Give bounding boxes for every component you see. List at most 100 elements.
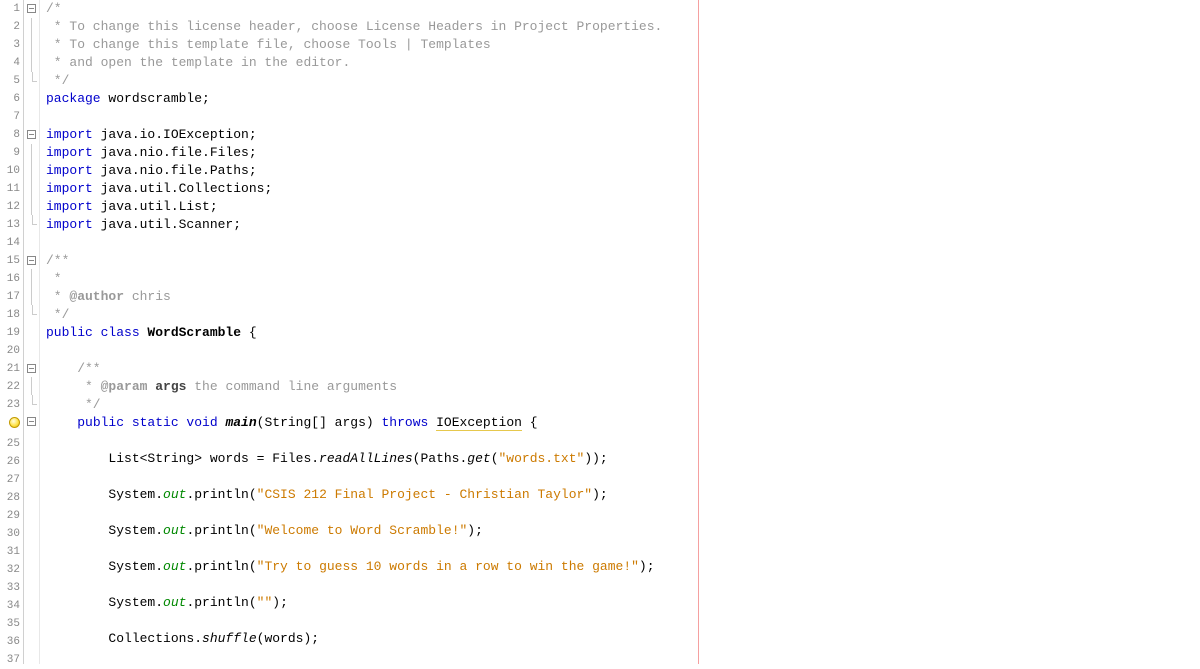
code-line[interactable] bbox=[46, 540, 1200, 558]
code-line[interactable]: System.out.println("CSIS 212 Final Proje… bbox=[46, 486, 1200, 504]
fold-cell bbox=[24, 144, 39, 162]
code-line[interactable]: * and open the template in the editor. bbox=[46, 54, 1200, 72]
text: java.util.List; bbox=[93, 199, 218, 214]
fold-collapse-icon[interactable] bbox=[27, 256, 36, 265]
code-line[interactable]: * @author chris bbox=[46, 288, 1200, 306]
code-line[interactable]: package wordscramble; bbox=[46, 90, 1200, 108]
code-line[interactable] bbox=[46, 468, 1200, 486]
text bbox=[428, 415, 436, 430]
fold-cell bbox=[24, 215, 39, 233]
code-line[interactable] bbox=[46, 648, 1200, 666]
string-literal: "" bbox=[257, 595, 273, 610]
keyword-import: import bbox=[46, 217, 93, 232]
fold-cell[interactable] bbox=[24, 413, 39, 431]
code-line[interactable]: System.out.println("Welcome to Word Scra… bbox=[46, 522, 1200, 540]
line-number: 33 bbox=[0, 579, 20, 597]
text: Collections. bbox=[46, 631, 202, 646]
code-line[interactable]: import java.util.Scanner; bbox=[46, 216, 1200, 234]
keyword-import: import bbox=[46, 181, 93, 196]
fold-cell[interactable] bbox=[24, 251, 39, 269]
code-line[interactable] bbox=[46, 234, 1200, 252]
code-line[interactable]: import java.util.Collections; bbox=[46, 180, 1200, 198]
line-number: 10 bbox=[0, 162, 20, 180]
javadoc-text: the command line arguments bbox=[186, 379, 397, 394]
hint-bulb-icon[interactable] bbox=[9, 417, 20, 428]
code-line[interactable]: import java.io.IOException; bbox=[46, 126, 1200, 144]
code-line[interactable]: import java.nio.file.Files; bbox=[46, 144, 1200, 162]
text: .println( bbox=[186, 595, 256, 610]
code-line[interactable]: public static void main(String[] args) t… bbox=[46, 414, 1200, 432]
keyword-import: import bbox=[46, 163, 93, 178]
code-line[interactable]: List<String> words = Files.readAllLines(… bbox=[46, 450, 1200, 468]
code-line[interactable]: System.out.println(""); bbox=[46, 594, 1200, 612]
code-line[interactable] bbox=[46, 108, 1200, 126]
print-margin-line bbox=[698, 0, 699, 664]
code-line[interactable]: * @param args the command line arguments bbox=[46, 378, 1200, 396]
javadoc-tag: @author bbox=[69, 289, 124, 304]
fold-cell bbox=[24, 377, 39, 395]
fold-cell bbox=[24, 90, 39, 108]
line-number-gutter: 1234567891011121314151617181920212223252… bbox=[0, 0, 24, 664]
line-number: 3 bbox=[0, 36, 20, 54]
code-line[interactable]: * To change this license header, choose … bbox=[46, 18, 1200, 36]
code-line[interactable]: */ bbox=[46, 306, 1200, 324]
line-number: 19 bbox=[0, 324, 20, 342]
fold-collapse-icon[interactable] bbox=[27, 417, 36, 426]
keyword: public static void bbox=[77, 415, 225, 430]
fold-collapse-icon[interactable] bbox=[27, 364, 36, 373]
code-line[interactable]: public class WordScramble { bbox=[46, 324, 1200, 342]
text: System. bbox=[46, 487, 163, 502]
javadoc-text: */ bbox=[46, 307, 69, 322]
line-number: 21 bbox=[0, 360, 20, 378]
javadoc-text: * bbox=[46, 379, 101, 394]
comment-text: * and open the template in the editor. bbox=[46, 55, 350, 70]
line-number: 37 bbox=[0, 651, 20, 669]
line-number: 16 bbox=[0, 270, 20, 288]
code-line[interactable]: * bbox=[46, 270, 1200, 288]
line-number: 25 bbox=[0, 435, 20, 453]
code-editor[interactable]: 1234567891011121314151617181920212223252… bbox=[0, 0, 1200, 664]
fold-cell[interactable] bbox=[24, 126, 39, 144]
fold-cell bbox=[24, 197, 39, 215]
fold-cell bbox=[24, 341, 39, 359]
fold-cell bbox=[24, 108, 39, 126]
fold-cell[interactable] bbox=[24, 0, 39, 18]
fold-line bbox=[31, 36, 32, 54]
code-line[interactable]: Collections.shuffle(words); bbox=[46, 630, 1200, 648]
fold-cell bbox=[24, 449, 39, 467]
text: java.util.Scanner; bbox=[93, 217, 241, 232]
code-line[interactable]: import java.nio.file.Paths; bbox=[46, 162, 1200, 180]
code-line[interactable]: */ bbox=[46, 72, 1200, 90]
comment-text: */ bbox=[46, 73, 69, 88]
code-line[interactable]: System.out.println("Try to guess 10 word… bbox=[46, 558, 1200, 576]
text: ); bbox=[467, 523, 483, 538]
fold-collapse-icon[interactable] bbox=[27, 4, 36, 13]
static-field: out bbox=[163, 487, 186, 502]
javadoc-text: */ bbox=[46, 397, 101, 412]
method-name: main bbox=[225, 415, 256, 430]
fold-line bbox=[31, 18, 32, 36]
code-line[interactable]: * To change this template file, choose T… bbox=[46, 36, 1200, 54]
text: List<String> words = Files. bbox=[46, 451, 319, 466]
static-field: out bbox=[163, 595, 186, 610]
code-line[interactable]: import java.util.List; bbox=[46, 198, 1200, 216]
code-line[interactable] bbox=[46, 612, 1200, 630]
code-line[interactable]: /** bbox=[46, 252, 1200, 270]
code-line[interactable] bbox=[46, 576, 1200, 594]
code-area[interactable]: /* * To change this license header, choo… bbox=[40, 0, 1200, 664]
code-line[interactable]: /* bbox=[46, 0, 1200, 18]
code-line[interactable] bbox=[46, 342, 1200, 360]
javadoc-text: /** bbox=[46, 253, 69, 268]
fold-cell[interactable] bbox=[24, 359, 39, 377]
code-line[interactable] bbox=[46, 432, 1200, 450]
text: ( bbox=[491, 451, 499, 466]
code-line[interactable]: */ bbox=[46, 396, 1200, 414]
text: ); bbox=[639, 559, 655, 574]
text: System. bbox=[46, 559, 163, 574]
line-number: 4 bbox=[0, 54, 20, 72]
fold-line bbox=[31, 144, 32, 162]
code-line[interactable] bbox=[46, 504, 1200, 522]
line-number: 15 bbox=[0, 252, 20, 270]
code-line[interactable]: /** bbox=[46, 360, 1200, 378]
fold-collapse-icon[interactable] bbox=[27, 130, 36, 139]
